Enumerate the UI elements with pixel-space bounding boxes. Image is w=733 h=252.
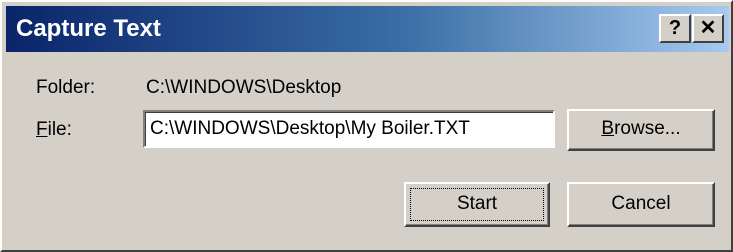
cancel-label: Cancel: [611, 193, 671, 214]
file-label-rest: ile:: [47, 119, 72, 140]
browse-button[interactable]: Browse...: [567, 109, 715, 151]
title-bar[interactable]: Capture Text ? ✕: [6, 6, 729, 52]
file-label-mnemonic: F: [36, 119, 48, 140]
cancel-button[interactable]: Cancel: [567, 182, 715, 227]
focus-rectangle: [410, 188, 544, 221]
start-button[interactable]: Start: [404, 182, 550, 227]
folder-path-value: C:\WINDOWS\Desktop: [146, 77, 342, 98]
help-icon: ?: [668, 17, 682, 39]
window-title: Capture Text: [16, 15, 161, 42]
browse-mnemonic: B: [601, 118, 615, 139]
folder-label: Folder:: [36, 77, 96, 98]
browse-label-rest: rowse...: [614, 118, 681, 139]
file-path-input[interactable]: [143, 110, 555, 148]
close-icon: ✕: [699, 17, 717, 39]
capture-text-dialog: Capture Text ? ✕ Folder: C:\WINDOWS\Desk…: [0, 0, 733, 252]
close-button[interactable]: ✕: [692, 14, 724, 43]
file-label: File:: [36, 119, 72, 141]
help-button[interactable]: ?: [659, 14, 691, 43]
